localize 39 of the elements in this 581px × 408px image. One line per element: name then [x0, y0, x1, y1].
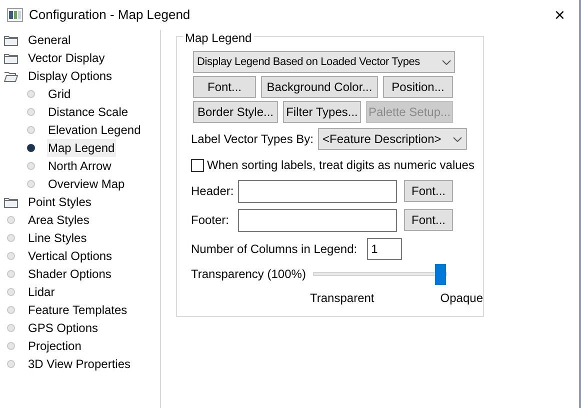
- window-title: Configuration - Map Legend: [29, 6, 190, 24]
- dialog-button[interactable]: Border Style...: [193, 101, 278, 123]
- slider-max-label: Opaque: [440, 290, 483, 307]
- tree-item[interactable]: Grid: [47, 85, 72, 103]
- tree-item[interactable]: Distance Scale: [47, 103, 130, 121]
- tree-item[interactable]: Projection: [27, 337, 82, 355]
- dialog-button[interactable]: Position...: [383, 76, 453, 98]
- field-label: Number of Columns in Legend:: [191, 241, 358, 258]
- dialog-button[interactable]: Background Color...: [261, 76, 378, 98]
- legend-mode-dropdown[interactable]: Display Legend Based on Loaded Vector Types: [193, 51, 455, 73]
- tree-item[interactable]: Vector Display: [27, 49, 106, 67]
- label-by-dropdown[interactable]: <Feature Description>: [318, 128, 467, 150]
- tree-item[interactable]: Feature Templates: [27, 301, 128, 319]
- tree-item[interactable]: Elevation Legend: [47, 121, 142, 139]
- tree-item[interactable]: Line Styles: [27, 229, 88, 247]
- slider-min-label: Transparent: [310, 290, 374, 307]
- tree-item[interactable]: GPS Options: [27, 319, 100, 337]
- field-label: Transparency (100%): [191, 266, 307, 283]
- field-label: Header:: [191, 183, 235, 200]
- checkbox-label: When sorting labels, treat digits as numeric values: [207, 157, 474, 174]
- tree-item[interactable]: Lidar: [27, 283, 56, 301]
- font-button[interactable]: Font...: [404, 209, 453, 231]
- tree-item[interactable]: 3D View Properties: [27, 355, 132, 373]
- dialog-button[interactable]: Font...: [193, 76, 256, 98]
- field-label: Label Vector Types By:: [191, 131, 314, 148]
- tree-item[interactable]: Point Styles: [27, 193, 92, 211]
- columns-input-field[interactable]: 1: [367, 238, 402, 260]
- tree-item[interactable]: Overview Map: [47, 175, 126, 193]
- field-label: Footer:: [191, 212, 230, 229]
- tree-item[interactable]: Shader Options: [27, 265, 112, 283]
- font-button[interactable]: Font...: [404, 180, 453, 202]
- tree-item[interactable]: Area Styles: [27, 211, 90, 229]
- close-button[interactable]: ×: [554, 6, 565, 24]
- tree-item[interactable]: Display Options: [27, 67, 114, 85]
- tree-item[interactable]: North Arrow: [47, 157, 112, 175]
- dialog-button[interactable]: Filter Types...: [283, 101, 361, 123]
- tree-item[interactable]: Map Legend: [47, 139, 116, 157]
- tree-item[interactable]: Vertical Options: [27, 247, 114, 265]
- tree-item[interactable]: General: [27, 31, 72, 49]
